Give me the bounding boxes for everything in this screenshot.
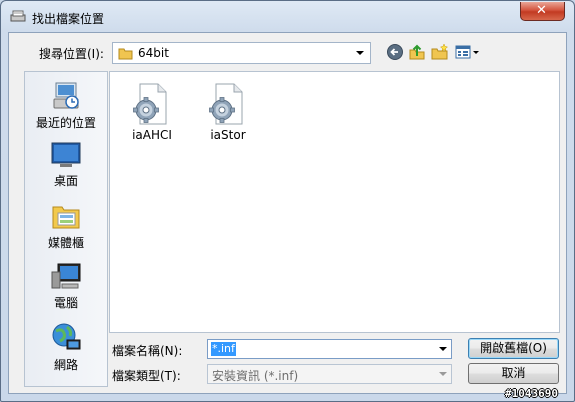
chevron-down-icon[interactable] xyxy=(439,347,447,351)
setup-information-file-icon xyxy=(209,83,243,125)
look-in-label: 搜尋位置(I): xyxy=(39,47,104,61)
folder-icon xyxy=(118,48,133,60)
file-name: iaAHCI xyxy=(132,128,172,142)
place-label: 媒體櫃 xyxy=(47,236,84,250)
window-title: 找出檔案位置 xyxy=(32,12,105,26)
cancel-button[interactable]: 取消 xyxy=(468,363,559,384)
file-item[interactable]: iaAHCI xyxy=(122,82,182,142)
place-label: 網路 xyxy=(53,358,78,372)
file-open-dialog: 找出檔案位置 ✕ 搜尋位置(I): 64bit 最近的位置 桌面 媒體櫃 電腦 … xyxy=(0,0,575,402)
watermark-text: #1043690 xyxy=(505,387,558,400)
chevron-down-icon[interactable] xyxy=(439,372,447,376)
close-button[interactable]: ✕ xyxy=(520,2,565,21)
look-in-dropdown[interactable]: 64bit xyxy=(112,42,371,64)
recent-places-icon xyxy=(53,82,79,109)
file-name: iaStor xyxy=(210,128,246,142)
file-list[interactable]: iaAHCI iaStor xyxy=(109,71,560,333)
scanner-icon xyxy=(10,10,26,22)
place-network[interactable]: 網路 xyxy=(25,322,107,373)
file-type-dropdown[interactable]: 安裝資訊 (*.inf) xyxy=(207,364,452,384)
file-item[interactable]: iaStor xyxy=(198,82,258,142)
chevron-down-icon[interactable] xyxy=(356,51,364,55)
up-folder-icon[interactable] xyxy=(408,43,426,61)
network-icon xyxy=(52,323,81,350)
place-libraries[interactable]: 媒體櫃 xyxy=(25,200,107,251)
computer-icon xyxy=(51,263,81,289)
place-desktop[interactable]: 桌面 xyxy=(25,140,107,189)
title-bar[interactable]: 找出檔案位置 ✕ xyxy=(1,1,574,31)
places-bar: 最近的位置 桌面 媒體櫃 電腦 網路 xyxy=(24,71,108,387)
place-label: 桌面 xyxy=(53,174,78,188)
look-in-value: 64bit xyxy=(138,46,169,60)
close-icon: ✕ xyxy=(536,3,547,18)
file-type-value: 安裝資訊 (*.inf) xyxy=(212,369,299,383)
file-name-input[interactable]: *.inf xyxy=(207,339,452,359)
file-type-label: 檔案類型(T): xyxy=(112,369,181,383)
back-arrow-icon[interactable] xyxy=(386,43,404,61)
open-button[interactable]: 開啟舊檔(O) xyxy=(468,338,559,359)
place-recent[interactable]: 最近的位置 xyxy=(25,80,107,131)
new-folder-icon[interactable] xyxy=(431,43,449,61)
view-menu-icon[interactable] xyxy=(455,43,481,61)
dialog-body: 搜尋位置(I): 64bit 最近的位置 桌面 媒體櫃 電腦 網路 iaAHCI… xyxy=(8,32,567,394)
file-name-value: *.inf xyxy=(211,342,236,356)
setup-information-file-icon xyxy=(133,83,167,125)
place-label: 最近的位置 xyxy=(35,116,96,130)
file-name-label: 檔案名稱(N): xyxy=(112,344,183,358)
place-computer[interactable]: 電腦 xyxy=(25,262,107,311)
desktop-icon xyxy=(51,142,81,167)
place-label: 電腦 xyxy=(53,296,78,310)
libraries-icon xyxy=(52,206,80,229)
